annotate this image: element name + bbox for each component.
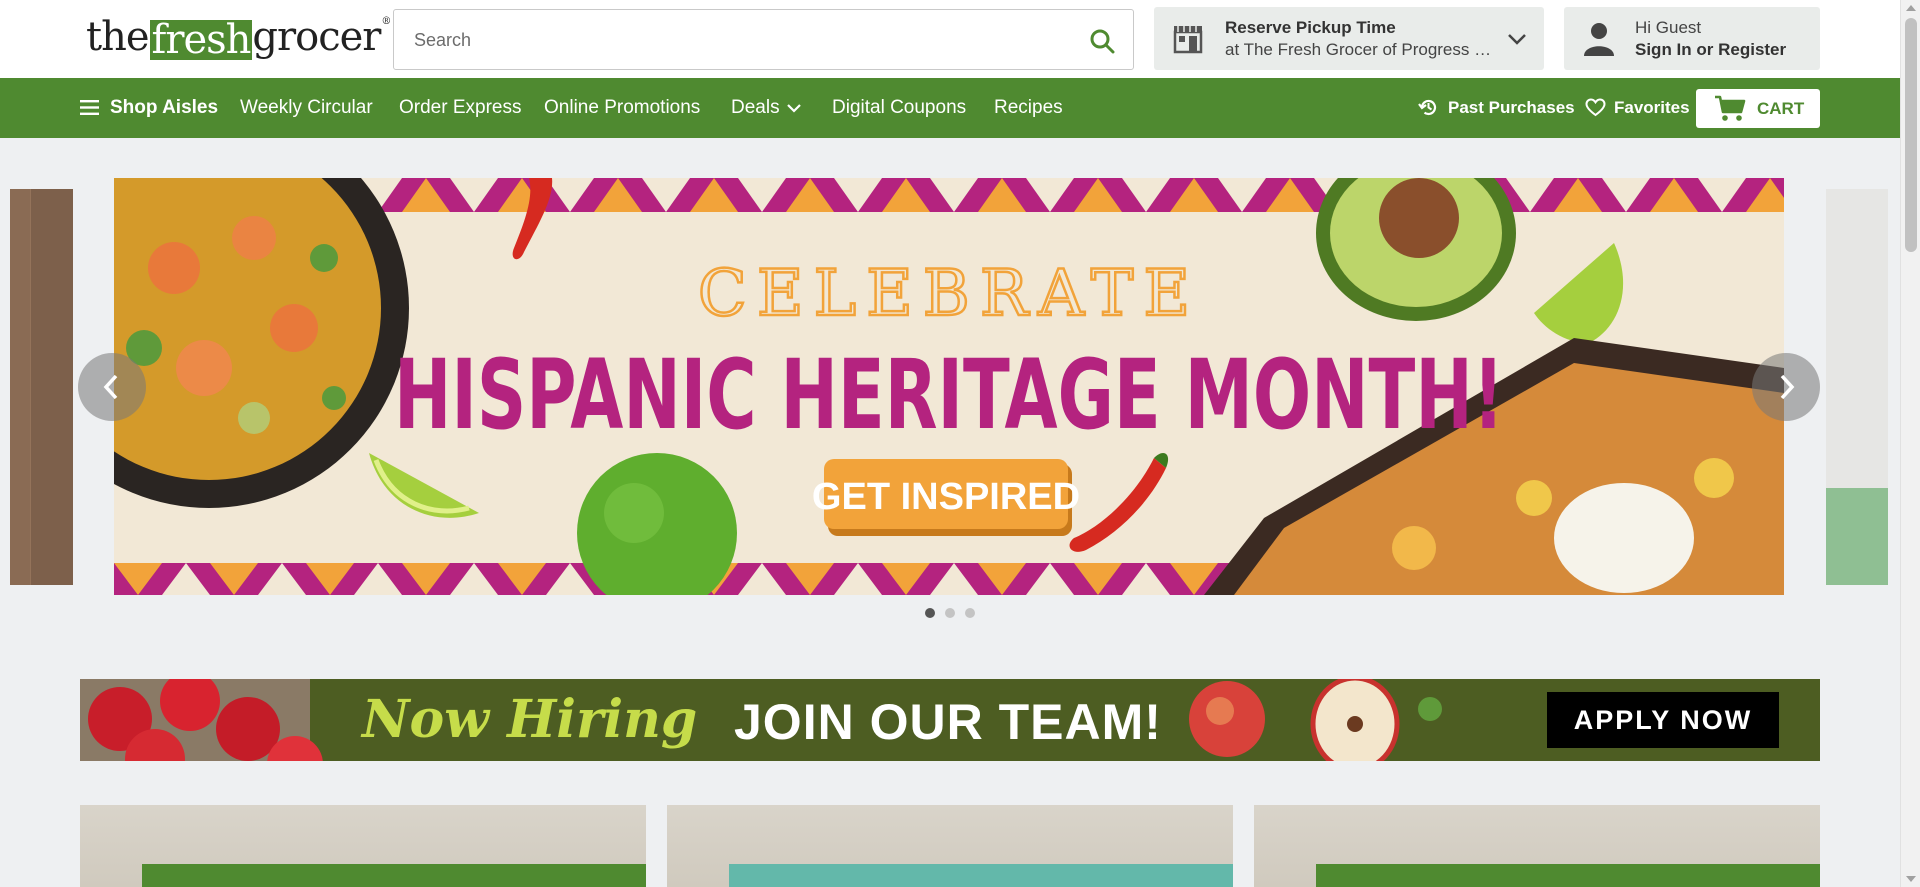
cart-label: CART: [1757, 99, 1805, 118]
account-sign-in-button[interactable]: Hi Guest Sign In or Register: [1564, 7, 1820, 70]
nav-recipes[interactable]: Recipes: [994, 78, 1063, 138]
carousel-dot-3[interactable]: [965, 608, 975, 618]
nav-favorites[interactable]: Favorites: [1614, 78, 1690, 138]
logo-the: the: [86, 14, 150, 60]
carousel-prev-slide-peek: [10, 189, 73, 585]
reserve-pickup-button[interactable]: Reserve Pickup Time at The Fresh Grocer …: [1154, 7, 1544, 70]
join-our-team-text: JOIN OUR TEAM!: [734, 694, 1162, 750]
nav-order-express[interactable]: Order Express: [399, 78, 521, 138]
scrollbar-thumb[interactable]: [1905, 18, 1917, 252]
nav-deals[interactable]: Deals: [731, 78, 780, 138]
promo-card-2-label-strip: [729, 864, 1233, 887]
promo-card-1[interactable]: [80, 805, 646, 887]
promo-card-3-label-strip: [1316, 864, 1820, 887]
cart-icon: [1715, 95, 1746, 121]
now-hiring-banner[interactable]: Now Hiring JOIN OUR TEAM! APPLY NOW: [80, 679, 1820, 761]
chevron-down-icon: [787, 104, 801, 113]
nav-past-purchases[interactable]: Past Purchases: [1448, 78, 1575, 138]
now-hiring-text: Now Hiring: [362, 689, 698, 750]
hero-banner[interactable]: CELEBRATE HISPANIC HERITAGE MONTH! GET I…: [114, 178, 1784, 595]
hero-headline: HISPANIC HERITAGE MONTH!: [394, 339, 1504, 451]
pickup-title: Reserve Pickup Time: [1225, 18, 1396, 37]
search-input[interactable]: [414, 26, 1054, 54]
person-icon: [1584, 23, 1614, 56]
carousel-next-button[interactable]: [1752, 353, 1820, 421]
history-icon: [1418, 99, 1437, 116]
account-greeting: Hi Guest: [1635, 18, 1702, 37]
search-icon[interactable]: [1089, 28, 1115, 54]
nav-weekly-circular[interactable]: Weekly Circular: [240, 78, 373, 138]
carousel-dot-2[interactable]: [945, 608, 955, 618]
sign-in-register-link: Sign In or Register: [1635, 40, 1787, 59]
store-logo[interactable]: the fresh grocer ®: [86, 14, 391, 63]
logo-fresh: fresh: [149, 17, 253, 63]
hero-artwork: CELEBRATE HISPANIC HERITAGE MONTH! GET I…: [114, 178, 1784, 595]
scroll-up-arrow[interactable]: [1906, 5, 1916, 11]
carousel-dots: [925, 608, 975, 620]
hero-celebrate-text: CELEBRATE: [698, 257, 1200, 331]
nav-online-promotions[interactable]: Online Promotions: [544, 78, 700, 138]
search-box: [393, 9, 1134, 70]
menu-icon: [80, 100, 99, 115]
carousel-prev-button[interactable]: [78, 353, 146, 421]
top-header: thefreshgrocer® Reserve Pickup Time at T…: [0, 0, 1920, 78]
main-nav: Shop Aisles Weekly Circular Order Expres…: [0, 78, 1920, 138]
page-scrollbar[interactable]: [1900, 0, 1920, 887]
promo-card-2[interactable]: [667, 805, 1233, 887]
carousel-dot-1[interactable]: [925, 608, 935, 618]
logo-registered-mark: ®: [381, 16, 391, 27]
chevron-down-icon: [1508, 34, 1526, 45]
pickup-store-name: at The Fresh Grocer of Progress Plaza: [1225, 40, 1495, 59]
nav-digital-coupons[interactable]: Digital Coupons: [832, 78, 966, 138]
promo-card-1-label-strip: [142, 864, 646, 887]
chevron-right-icon: [1780, 374, 1795, 400]
logo-grocer: grocer: [252, 14, 381, 60]
carousel-next-slide-peek: [1826, 189, 1888, 585]
scroll-down-arrow[interactable]: [1906, 876, 1916, 882]
hero-get-inspired-button[interactable]: GET INSPIRED: [812, 476, 1080, 518]
nav-shop-aisles[interactable]: Shop Aisles: [110, 78, 218, 138]
chevron-left-icon: [103, 374, 118, 400]
promo-card-3[interactable]: [1254, 805, 1820, 887]
peek-green-block: [1826, 488, 1888, 585]
cart-button[interactable]: CART: [1696, 89, 1820, 128]
apply-now-button[interactable]: APPLY NOW: [1547, 692, 1779, 748]
store-icon: [1173, 26, 1203, 54]
heart-icon: [1585, 98, 1606, 117]
